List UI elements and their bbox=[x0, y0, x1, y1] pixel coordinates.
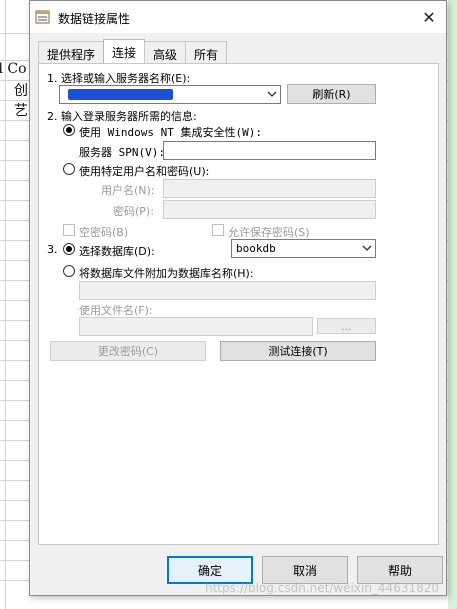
close-button[interactable]: ✕ bbox=[412, 1, 446, 33]
redacted-server-name bbox=[68, 89, 173, 100]
test-connection-button[interactable]: 测试连接(T) bbox=[220, 341, 376, 361]
database-value: bookdb bbox=[236, 242, 276, 255]
radio-windows-nt[interactable] bbox=[63, 124, 75, 136]
tab-connection[interactable]: 连接 bbox=[103, 39, 146, 63]
radio-attach-file[interactable] bbox=[63, 265, 75, 277]
watermark: https://blog.csdn.net/weixin_44631820 bbox=[204, 581, 439, 595]
password-label: 密码(P): bbox=[113, 205, 154, 218]
window-title: 数据链接属性 bbox=[58, 12, 131, 26]
background-highlight bbox=[448, 0, 457, 609]
cancel-button[interactable]: 取消 bbox=[262, 556, 348, 584]
spn-input[interactable] bbox=[163, 141, 376, 160]
database-combo[interactable]: bookdb bbox=[231, 239, 376, 258]
background-text: 创 bbox=[14, 83, 28, 99]
data-link-properties-dialog: 数据链接属性 ✕ 提供程序 连接 高级 所有 1. 选择或输入服务器名称(E):… bbox=[29, 0, 447, 596]
tab-advanced[interactable]: 高级 bbox=[144, 41, 187, 63]
browse-button[interactable]: ... bbox=[317, 318, 376, 334]
radio-windows-nt-label: 使用 Windows NT 集成安全性(W): bbox=[79, 126, 262, 139]
radio-attach-file-label: 将数据库文件附加为数据库名称(H): bbox=[79, 267, 254, 280]
spn-label: 服务器 SPN(V): bbox=[79, 146, 165, 159]
filename-input[interactable] bbox=[79, 317, 313, 336]
radio-specific-user[interactable] bbox=[63, 163, 75, 175]
allow-save-password-label: 允许保存密码(S) bbox=[228, 226, 310, 239]
use-filename-label: 使用文件名(F): bbox=[79, 304, 153, 317]
blank-password-label: 空密码(B) bbox=[79, 226, 129, 239]
allow-save-password-checkbox[interactable] bbox=[212, 224, 224, 236]
refresh-button[interactable]: 刷新(R) bbox=[287, 84, 376, 104]
tab-strip: 提供程序 连接 高级 所有 bbox=[38, 39, 228, 63]
step3-label: 3. bbox=[47, 243, 58, 256]
connection-panel: 1. 选择或输入服务器名称(E): 刷新(R) 2. 输入登录服务器所需的信息:… bbox=[38, 63, 439, 545]
tab-all[interactable]: 所有 bbox=[185, 41, 228, 63]
chevron-down-icon bbox=[267, 91, 277, 97]
radio-select-database-label: 选择数据库(D): bbox=[79, 245, 155, 258]
background-text: d Co bbox=[0, 61, 27, 77]
step2-label: 2. 输入登录服务器所需的信息: bbox=[47, 110, 197, 123]
username-input[interactable] bbox=[163, 179, 376, 198]
title-bar[interactable]: 数据链接属性 ✕ bbox=[30, 1, 446, 33]
background-text: 艺 bbox=[14, 103, 28, 119]
data-link-app-icon bbox=[35, 10, 50, 24]
step1-label: 1. 选择或输入服务器名称(E): bbox=[47, 72, 191, 85]
ok-button[interactable]: 确定 bbox=[167, 556, 253, 584]
help-button[interactable]: 帮助 bbox=[357, 556, 443, 584]
radio-select-database[interactable] bbox=[63, 243, 75, 255]
close-icon: ✕ bbox=[422, 7, 436, 27]
blank-password-checkbox[interactable] bbox=[63, 224, 75, 236]
change-password-button[interactable]: 更改密码(C) bbox=[50, 341, 206, 361]
tab-provider[interactable]: 提供程序 bbox=[38, 41, 105, 63]
attach-db-name-input[interactable] bbox=[79, 281, 376, 300]
chevron-down-icon bbox=[362, 245, 372, 251]
radio-specific-user-label: 使用特定用户名和密码(U): bbox=[79, 165, 210, 178]
server-name-combo[interactable] bbox=[59, 85, 281, 104]
username-label: 用户名(N): bbox=[101, 184, 155, 197]
password-input[interactable] bbox=[163, 200, 376, 219]
